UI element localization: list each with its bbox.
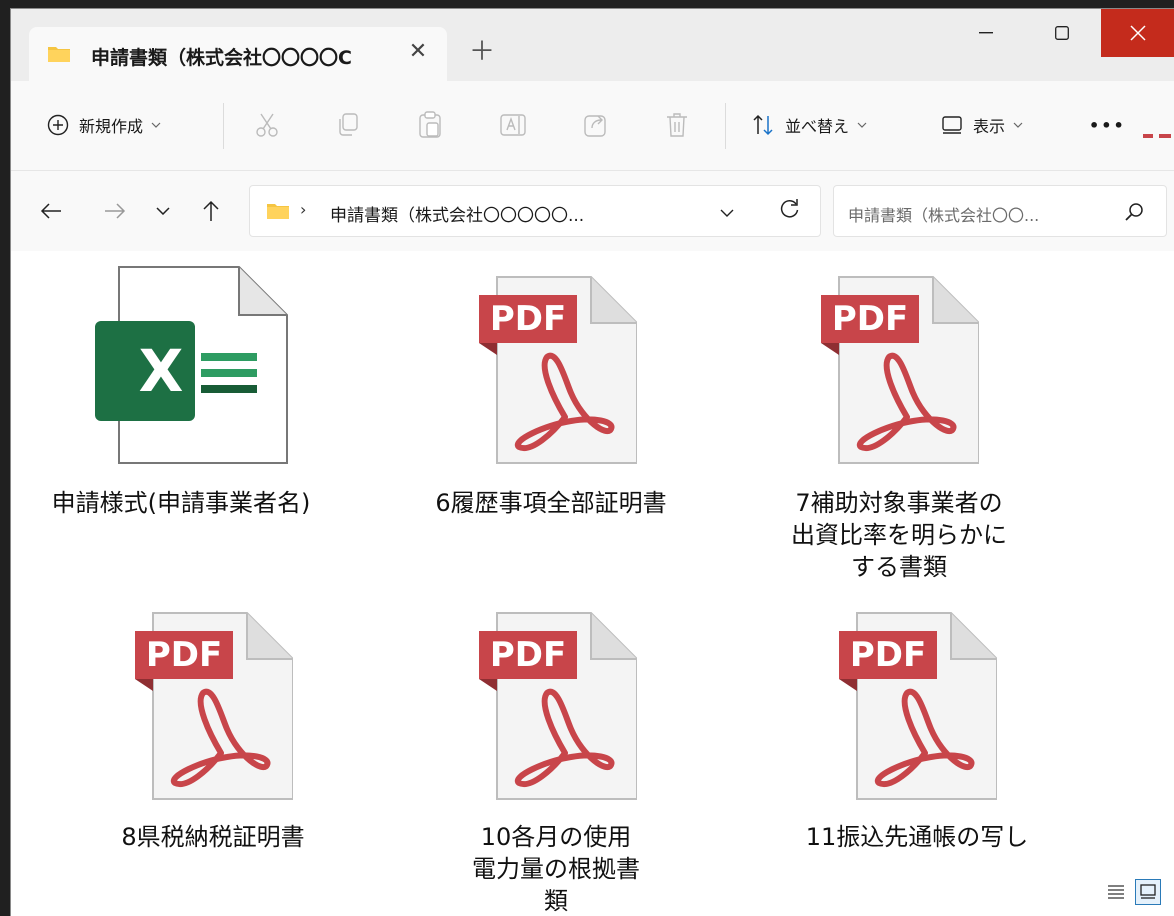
file-explorer-window: 申請書類（株式会社〇〇〇〇C ✕ ＋ 新規作成 並べ替え 表示 ••• › 申請…	[10, 8, 1174, 916]
view-icon	[942, 116, 962, 134]
folder-icon	[47, 45, 71, 67]
forward-button[interactable]	[97, 191, 133, 231]
tab-title: 申請書類（株式会社〇〇〇〇C	[91, 47, 352, 69]
pdf-badge: PDF	[849, 635, 927, 675]
pdf-badge: PDF	[831, 299, 909, 339]
view-label: 表示	[973, 117, 1006, 136]
file-name: 6履歴事項全部証明書	[435, 489, 667, 517]
arrow-left-icon	[40, 203, 61, 219]
file-name: 11振込先通帳の写し	[805, 823, 1029, 851]
chevron-down-icon	[857, 122, 867, 128]
sort-icon	[753, 114, 773, 136]
search-icon	[1124, 202, 1144, 226]
file-grid: X 申請様式(申請事業者名) PDF 6履歴事項全部証明書 PDF 7補助対象事…	[11, 251, 1174, 916]
paste-button[interactable]	[417, 105, 443, 145]
breadcrumb[interactable]: 申請書類（株式会社〇〇〇〇〇...	[330, 201, 630, 226]
large-icons-view-button[interactable]	[1135, 879, 1161, 905]
rename-button[interactable]	[499, 105, 527, 145]
new-label: 新規作成	[79, 117, 144, 136]
arrow-right-icon	[105, 203, 126, 219]
copy-button[interactable]	[335, 105, 361, 145]
divider	[223, 103, 224, 149]
tab-close-button[interactable]: ✕	[403, 39, 433, 64]
maximize-icon	[1055, 26, 1069, 40]
clipboard-icon	[419, 111, 441, 138]
share-button[interactable]	[583, 105, 609, 145]
pdf-badge: PDF	[145, 635, 223, 675]
tab-active[interactable]: 申請書類（株式会社〇〇〇〇C ✕	[29, 27, 447, 81]
new-tab-button[interactable]: ＋	[467, 39, 497, 65]
pdf-badge: PDF	[489, 299, 567, 339]
excel-badge: X	[138, 337, 184, 405]
refresh-button[interactable]	[778, 198, 800, 224]
command-bar: 新規作成 並べ替え 表示 •••	[11, 81, 1174, 171]
sort-button[interactable]: 並べ替え	[751, 105, 867, 145]
search-box[interactable]: 申請書類（株式会社〇〇...	[833, 185, 1167, 237]
search-input[interactable]: 申請書類（株式会社〇〇...	[848, 202, 1088, 226]
file-name: 8県税納税証明書	[121, 823, 305, 851]
sort-label: 並べ替え	[785, 117, 850, 136]
address-dropdown-button[interactable]	[720, 202, 734, 221]
plus-circle-icon	[47, 114, 69, 136]
minimize-icon	[979, 32, 993, 34]
cut-button[interactable]	[253, 105, 281, 145]
up-button[interactable]	[193, 191, 229, 231]
more-options-button[interactable]: •••	[1089, 105, 1126, 145]
chevron-down-icon	[1013, 122, 1023, 128]
rename-icon	[500, 114, 526, 136]
file-name: 7補助対象事業者の出資比率を明らかにする書類	[791, 489, 1007, 581]
chevron-down-icon	[720, 209, 734, 217]
excel-file-icon	[95, 266, 288, 464]
scissors-icon	[256, 113, 278, 137]
file-name: 申請様式(申請事業者名)	[51, 489, 311, 517]
minimize-button[interactable]	[955, 9, 1017, 57]
tiles-icon	[1140, 884, 1156, 899]
maximize-button[interactable]	[1031, 9, 1093, 57]
trash-icon	[667, 113, 687, 137]
chevron-down-icon	[151, 122, 161, 128]
close-icon	[1130, 25, 1146, 41]
list-icon	[1108, 885, 1124, 899]
new-button[interactable]: 新規作成	[47, 105, 161, 145]
pdf-badge: PDF	[489, 635, 567, 675]
details-view-button[interactable]	[1103, 879, 1129, 905]
close-window-button[interactable]	[1101, 9, 1174, 57]
address-bar[interactable]: › 申請書類（株式会社〇〇〇〇〇...	[249, 185, 821, 237]
copy-icon	[339, 113, 358, 136]
back-button[interactable]	[33, 191, 69, 231]
refresh-icon	[780, 199, 799, 218]
view-button[interactable]: 表示	[941, 105, 1023, 145]
breadcrumb-separator-icon: ›	[300, 200, 307, 219]
divider	[725, 103, 726, 149]
chevron-down-icon	[156, 207, 170, 215]
arrow-up-icon	[203, 200, 219, 221]
folder-icon	[266, 202, 290, 224]
view-toggle	[1103, 879, 1161, 905]
navigation-bar: › 申請書類（株式会社〇〇〇〇〇... 申請書類（株式会社〇〇...	[11, 171, 1174, 251]
red-dash-mark	[1143, 134, 1171, 138]
delete-button[interactable]	[665, 105, 689, 145]
recent-locations-button[interactable]	[145, 191, 181, 231]
title-bar: 申請書類（株式会社〇〇〇〇C ✕ ＋	[11, 9, 1174, 81]
share-icon	[584, 115, 606, 137]
file-name: 10各月の使用電力量の根拠書類	[472, 823, 640, 915]
